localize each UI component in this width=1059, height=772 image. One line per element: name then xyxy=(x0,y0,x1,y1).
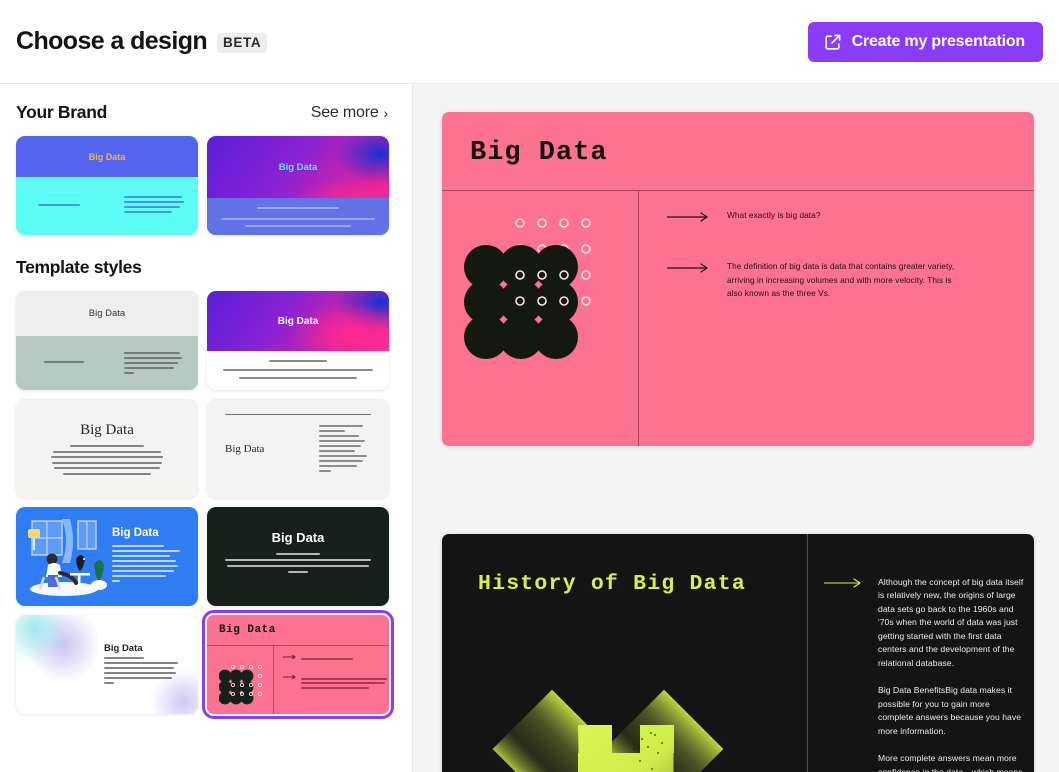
brand-thumbnail-2[interactable]: Big Data xyxy=(207,136,389,235)
slide2-left-column: History of Big Data xyxy=(442,534,807,772)
thumb-line xyxy=(239,377,357,379)
thumb-title: Big Data xyxy=(225,443,265,455)
slide2-paragraph-2: Big Data BenefitsBig data makes it possi… xyxy=(878,685,1022,736)
x-cross-diamonds-graphic xyxy=(442,677,807,772)
template-thumbnail-6[interactable]: Big Data xyxy=(207,507,389,606)
thumb-text-block-left xyxy=(38,204,80,206)
thumb-line xyxy=(223,369,373,371)
slide1-body: What exactly is big data? The definition… xyxy=(442,191,1034,446)
brand-section-header: Your Brand See more › xyxy=(0,102,412,123)
page-title: Choose a design xyxy=(16,27,208,55)
slide1-header: Big Data xyxy=(442,112,1034,190)
arrow-right-icon xyxy=(283,675,296,679)
create-presentation-button[interactable]: Create my presentation xyxy=(807,22,1043,62)
thumb-body: Big Data xyxy=(16,399,198,498)
thumb-divider-vertical xyxy=(273,645,274,714)
see-more-link[interactable]: See more › xyxy=(311,104,388,122)
thumb-text-block xyxy=(104,657,180,684)
thumb-line xyxy=(269,360,327,362)
thumb-title: Big Data xyxy=(88,308,126,319)
app-header: Choose a design BETA Create my presentat… xyxy=(0,0,1059,84)
see-more-label: See more xyxy=(310,103,379,121)
beta-badge: BETA xyxy=(217,33,268,53)
preview-panel[interactable]: Big Data What exactly is big data? The d… xyxy=(413,84,1059,772)
thumb-divider xyxy=(225,414,371,415)
thumb-body xyxy=(16,336,198,390)
slide2-paragraphs: Although the concept of big data itself … xyxy=(878,576,1024,772)
slide1-bullet-1: What exactly is big data? xyxy=(667,209,1012,222)
arrow-right-icon xyxy=(667,263,708,274)
arrow-right-icon xyxy=(283,655,296,659)
thumb-text-block-1 xyxy=(283,655,375,660)
slide1-bullet-1-text: What exactly is big data? xyxy=(727,210,821,220)
thumb-divider-horizontal xyxy=(207,645,389,646)
thumb-text-block xyxy=(319,425,371,472)
chevron-right-icon: › xyxy=(383,104,389,121)
thumb-body xyxy=(207,351,389,390)
thumb-text-block xyxy=(112,545,184,582)
templates-section-header: Template styles xyxy=(0,257,412,278)
thumb-text-block-right xyxy=(124,352,182,374)
thumb-line xyxy=(245,225,351,227)
thumb-text-block-right xyxy=(124,196,184,213)
slide2-content: Although the concept of big data itself … xyxy=(808,534,1034,772)
brand-thumbnail-grid: Big Data Big Data xyxy=(0,136,412,235)
illustration-person-reading xyxy=(28,519,107,596)
thumb-title: Big Data xyxy=(104,643,143,654)
page-title-group: Choose a design BETA xyxy=(16,27,268,56)
slide2-title: History of Big Data xyxy=(478,572,746,596)
template-thumbnail-1[interactable]: Big Data xyxy=(16,291,198,390)
slide2-paragraph-1: Although the concept of big data itself … xyxy=(878,577,1024,668)
thumb-title: Big Data xyxy=(112,527,159,539)
thumb-line xyxy=(221,218,375,220)
design-sidebar: Your Brand See more › Big Data Big Data … xyxy=(0,84,413,772)
thumb-title-band: Big Data xyxy=(207,291,389,351)
slide2-paragraph-3: More complete answers mean more confiden… xyxy=(878,753,1023,772)
slide1-title: Big Data xyxy=(470,138,608,168)
thumb-title: Big Data xyxy=(219,624,276,636)
thumb-body xyxy=(16,177,198,235)
preview-slide-2[interactable]: History of Big Data Although the concept… xyxy=(442,534,1034,772)
thumb-line xyxy=(257,207,339,209)
template-thumbnail-8-selected[interactable]: Big Data xyxy=(202,610,394,719)
thumb-title-band: Big Data xyxy=(207,136,389,198)
thumb-text-block xyxy=(51,445,163,475)
thumb-text-block xyxy=(221,553,375,573)
arrow-right-icon xyxy=(824,578,861,588)
slide2-columns: History of Big Data Although the concept… xyxy=(442,534,1034,772)
template-thumbnail-2[interactable]: Big Data xyxy=(207,291,389,390)
external-link-icon xyxy=(824,33,842,51)
thumb-title: Big Data xyxy=(278,161,318,173)
create-presentation-label: Create my presentation xyxy=(851,33,1026,50)
slide1-bullet-2: The definition of big data is data that … xyxy=(667,260,1012,300)
templates-section-title: Template styles xyxy=(16,257,142,277)
dot-grid-circles-icon xyxy=(219,664,263,705)
template-thumbnail-4[interactable]: Big Data xyxy=(207,399,389,498)
thumb-text-block-2 xyxy=(283,675,387,689)
template-thumbnail-7[interactable]: Big Data xyxy=(16,615,198,714)
slide1-content: What exactly is big data? The definition… xyxy=(639,191,1034,446)
thumb-text-block-left xyxy=(44,361,84,363)
slide1-graphic-area xyxy=(442,191,638,446)
preview-slide-1[interactable]: Big Data What exactly is big data? The d… xyxy=(442,112,1034,446)
slide2-graphic-area xyxy=(442,677,807,772)
template-thumbnail-3[interactable]: Big Data xyxy=(16,399,198,498)
brand-thumbnail-1[interactable]: Big Data xyxy=(16,136,198,235)
thumb-title: Big Data xyxy=(88,151,126,162)
brand-section-title: Your Brand xyxy=(16,102,107,122)
thumb-title: Big Data xyxy=(80,422,134,439)
template-thumbnail-grid: Big Data Big Data Big Data Big Data Big … xyxy=(0,291,412,719)
template-thumbnail-5[interactable]: Big Data xyxy=(16,507,198,606)
thumb-title: Big Data xyxy=(271,530,325,545)
thumb-title-band: Big Data xyxy=(16,291,198,336)
arrow-right-icon xyxy=(667,212,708,222)
thumb-title: Big Data xyxy=(277,315,319,327)
dot-grid-circles-graphic xyxy=(464,218,591,359)
slide1-bullet-2-text: The definition of big data is data that … xyxy=(727,261,955,299)
thumb-body xyxy=(207,198,389,235)
thumb-title-band: Big Data xyxy=(16,136,198,177)
